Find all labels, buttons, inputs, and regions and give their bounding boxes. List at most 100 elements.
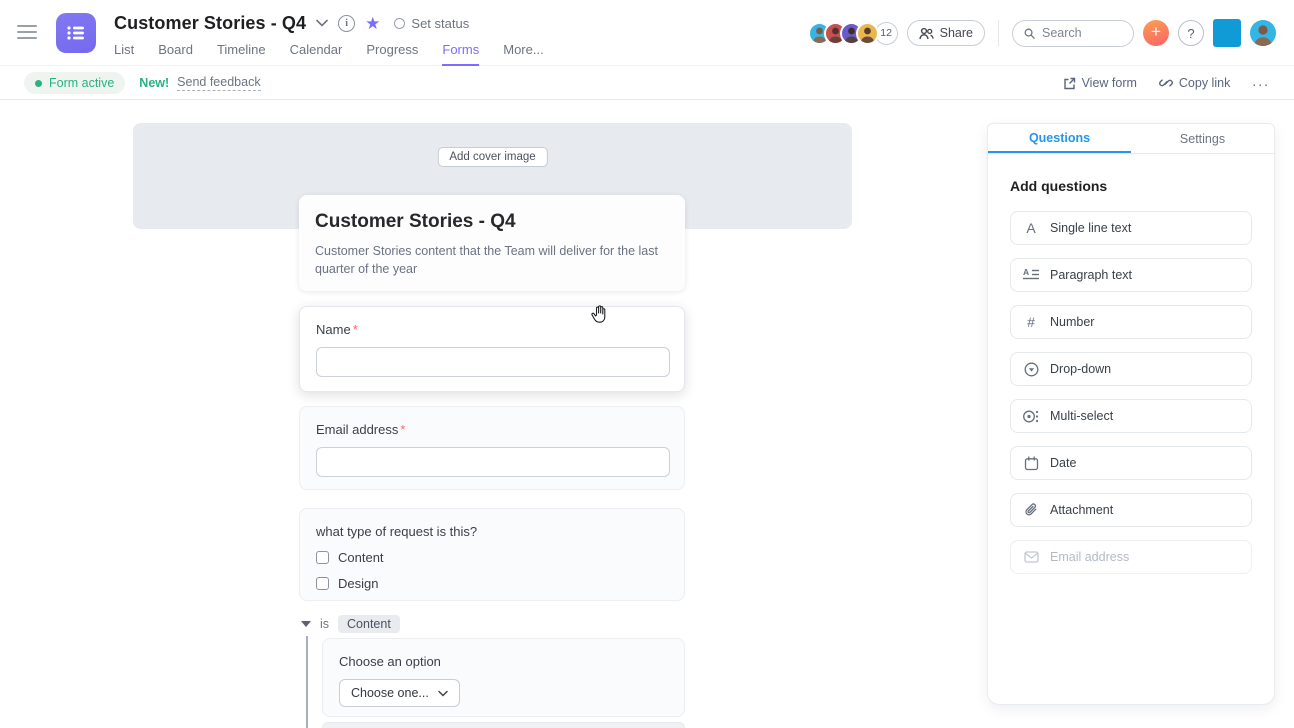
people-icon [919, 27, 934, 40]
add-attachment-button[interactable]: Attachment [1010, 493, 1252, 527]
multi-select-icon [1023, 408, 1039, 424]
tab-calendar[interactable]: Calendar [290, 42, 343, 66]
user-avatar[interactable] [1250, 20, 1276, 46]
new-badge: New! [139, 76, 169, 90]
question-card-email[interactable]: Email address* [299, 406, 685, 490]
set-status-button[interactable]: Set status [394, 16, 469, 31]
add-paragraph-text-button[interactable]: A Paragraph text [1010, 258, 1252, 292]
item-label: Single line text [1050, 221, 1131, 235]
number-icon: # [1023, 314, 1039, 330]
tab-more[interactable]: More... [503, 42, 543, 66]
item-label: Paragraph text [1050, 268, 1132, 282]
list-glyph-icon [65, 22, 87, 44]
chevron-down-icon [438, 690, 448, 697]
active-dot-icon [35, 80, 42, 87]
dropdown-placeholder: Choose one... [351, 686, 429, 700]
form-toolbar: Form active New! Send feedback View form… [0, 67, 1294, 100]
tab-progress[interactable]: Progress [366, 42, 418, 66]
request-type-question-label: what type of request is this? [316, 524, 668, 539]
info-icon[interactable]: i [338, 15, 355, 32]
add-questions-heading: Add questions [1010, 178, 1274, 194]
avatar [856, 22, 879, 45]
tab-forms[interactable]: Forms [442, 42, 479, 66]
question-type-list: A Single line text A Paragraph text # Nu… [1010, 211, 1252, 574]
branch-operator: is [320, 617, 329, 631]
create-button[interactable]: + [1143, 20, 1169, 46]
top-bar: Customer Stories - Q4 i ★ Set status Lis… [0, 0, 1294, 66]
share-label: Share [940, 26, 973, 40]
svg-text:A: A [1023, 268, 1029, 277]
more-options-button[interactable]: ... [1252, 73, 1270, 93]
form-active-badge: Form active [24, 72, 125, 94]
item-label: Number [1050, 315, 1094, 329]
view-form-button[interactable]: View form [1063, 76, 1137, 90]
branch-indent-line [306, 636, 308, 728]
branch-condition-row: is Content [301, 615, 400, 633]
email-input[interactable] [316, 447, 670, 477]
email-field-label: Email address [316, 422, 398, 437]
question-card-request-type[interactable]: what type of request is this? Content De… [299, 508, 685, 601]
tab-settings[interactable]: Settings [1131, 124, 1274, 153]
send-feedback-link[interactable]: Send feedback [177, 75, 260, 91]
member-avatars[interactable]: 12 [808, 22, 898, 45]
set-status-label: Set status [411, 16, 469, 31]
item-label: Attachment [1050, 503, 1113, 517]
content-option-label: Content [338, 550, 384, 565]
add-number-button[interactable]: # Number [1010, 305, 1252, 339]
drop-down-icon [1023, 361, 1039, 377]
item-label: Email address [1050, 550, 1129, 564]
content-checkbox[interactable] [316, 551, 329, 564]
question-card-name[interactable]: Name* [299, 306, 685, 392]
date-icon [1023, 455, 1039, 471]
question-card-choose-option[interactable]: Choose an option Choose one... [322, 638, 685, 717]
option-row-content: Content [316, 550, 668, 565]
option-row-design: Design [316, 576, 668, 591]
add-multi-select-button[interactable]: Multi-select [1010, 399, 1252, 433]
tab-timeline[interactable]: Timeline [217, 42, 266, 66]
next-card-partial [322, 722, 685, 728]
tab-list[interactable]: List [114, 42, 134, 66]
share-button[interactable]: Share [907, 20, 985, 46]
add-drop-down-button[interactable]: Drop-down [1010, 352, 1252, 386]
add-date-button[interactable]: Date [1010, 446, 1252, 480]
copy-link-label: Copy link [1179, 76, 1230, 90]
add-email-address-button: Email address [1010, 540, 1252, 574]
form-title: Customer Stories - Q4 [315, 211, 669, 233]
form-description: Customer Stories content that the Team w… [315, 242, 665, 278]
search-input[interactable] [1042, 26, 1122, 40]
tab-questions[interactable]: Questions [988, 124, 1131, 153]
workspace-logo[interactable] [1213, 19, 1241, 47]
search-bar[interactable] [1012, 20, 1134, 47]
item-label: Date [1050, 456, 1076, 470]
tab-board[interactable]: Board [158, 42, 193, 66]
item-label: Drop-down [1050, 362, 1111, 376]
branch-value-chip[interactable]: Content [338, 615, 400, 633]
attachment-icon [1023, 502, 1039, 518]
choose-one-dropdown[interactable]: Choose one... [339, 679, 460, 707]
required-asterisk: * [353, 322, 358, 337]
item-label: Multi-select [1050, 409, 1113, 423]
divider [998, 20, 999, 46]
view-form-label: View form [1082, 76, 1137, 90]
chevron-down-icon[interactable] [316, 19, 328, 27]
favorite-star-icon[interactable]: ★ [365, 15, 380, 32]
name-field-label: Name [316, 322, 351, 337]
external-link-icon [1063, 77, 1076, 90]
view-tabs: List Board Timeline Calendar Progress Fo… [114, 42, 544, 66]
paragraph-text-icon: A [1023, 267, 1039, 283]
design-checkbox[interactable] [316, 577, 329, 590]
form-header-card[interactable]: Customer Stories - Q4 Customer Stories c… [299, 195, 685, 291]
required-asterisk: * [400, 422, 405, 437]
name-input[interactable] [316, 347, 670, 377]
add-cover-image-button[interactable]: Add cover image [437, 147, 547, 167]
add-single-line-text-button[interactable]: A Single line text [1010, 211, 1252, 245]
page-title: Customer Stories - Q4 [114, 13, 306, 34]
copy-link-button[interactable]: Copy link [1159, 76, 1230, 90]
search-icon [1024, 27, 1035, 40]
status-circle-icon [394, 18, 405, 29]
project-icon[interactable] [56, 13, 96, 53]
form-active-label: Form active [49, 76, 114, 90]
hamburger-menu-icon[interactable] [17, 25, 37, 40]
help-button[interactable]: ? [1178, 20, 1204, 46]
collapse-triangle-icon[interactable] [301, 621, 311, 627]
